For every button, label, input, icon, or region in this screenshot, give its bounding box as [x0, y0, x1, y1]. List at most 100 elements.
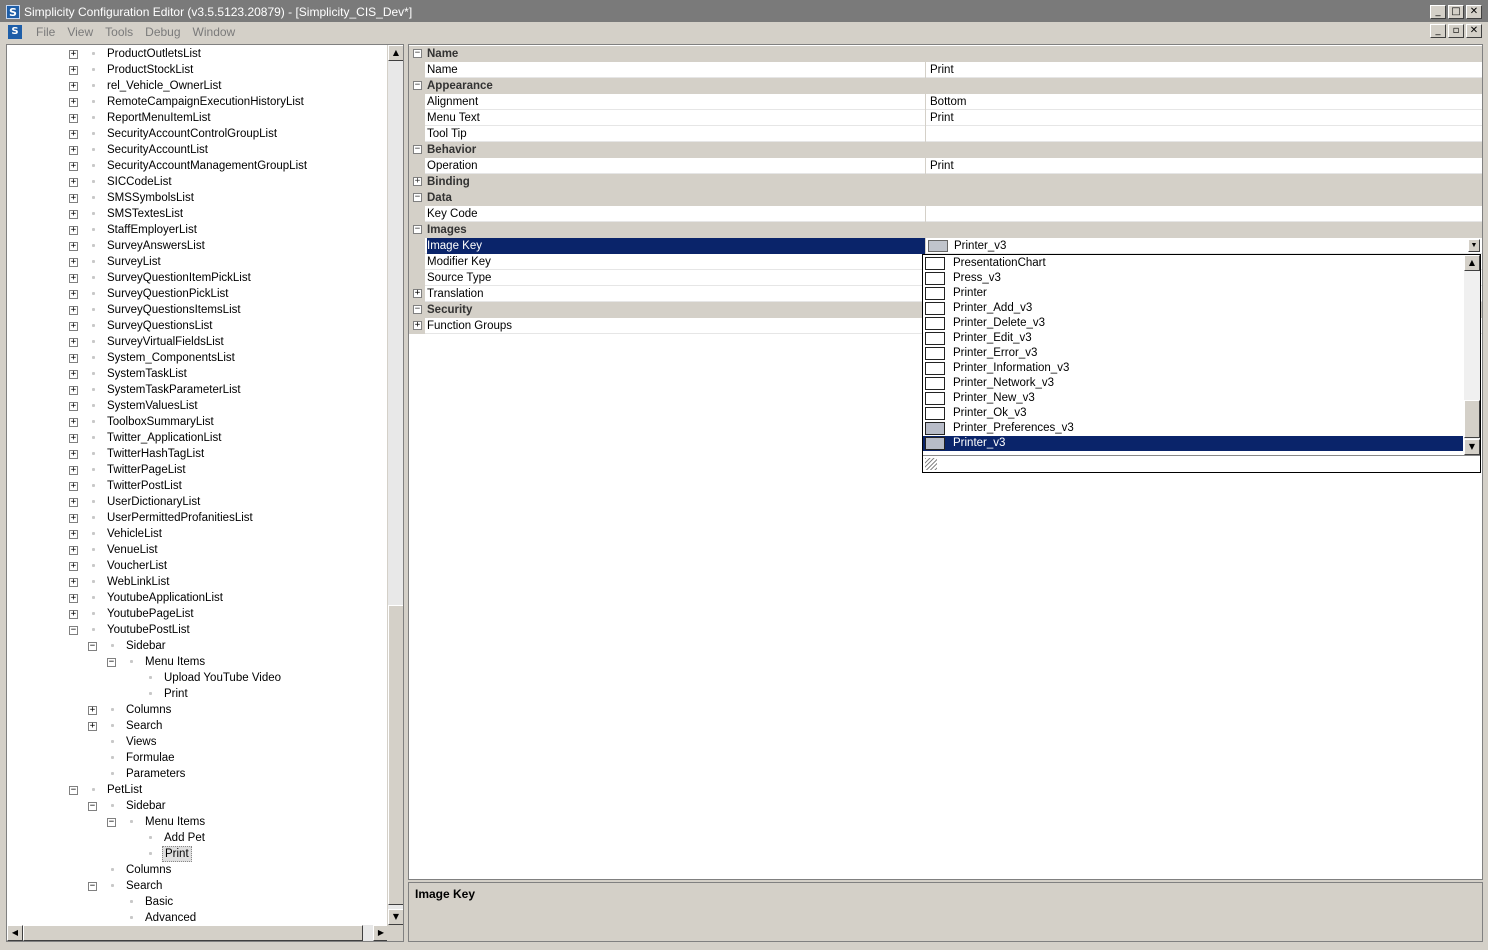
tree-node[interactable]: + WebLinkList — [7, 574, 389, 590]
expand-icon[interactable]: + — [69, 274, 78, 283]
tree-node[interactable]: + TwitterHashTagList — [7, 446, 389, 462]
expand-icon[interactable]: + — [69, 306, 78, 315]
expand-icon[interactable]: + — [69, 66, 78, 75]
expand-icon[interactable]: + — [69, 290, 78, 299]
tree-node[interactable]: + SurveyQuestionsItemsList — [7, 302, 389, 318]
image-key-combobox[interactable]: Printer_v3 ▼ — [925, 238, 1482, 254]
tree-node[interactable]: + Search — [7, 718, 389, 734]
tree-node[interactable]: + System_ComponentsList — [7, 350, 389, 366]
expand-icon[interactable]: + — [69, 594, 78, 603]
tree-node[interactable]: Advanced — [7, 910, 389, 926]
tree-node[interactable]: + SecurityAccountManagementGroupList — [7, 158, 389, 174]
maximize-button[interactable]: □ — [1448, 5, 1464, 19]
menu-view[interactable]: View — [61, 25, 99, 39]
scroll-left-icon[interactable]: ◀ — [7, 925, 23, 941]
tree-node[interactable]: + UserPermittedProfanitiesList — [7, 510, 389, 526]
dropdown-item[interactable]: Printer_Delete_v3 — [923, 316, 1463, 331]
expand-icon[interactable]: + — [69, 338, 78, 347]
mdi-close-button[interactable]: ✕ — [1466, 24, 1482, 38]
property-value[interactable] — [925, 206, 1482, 222]
tree-node[interactable]: Add Pet — [7, 830, 389, 846]
collapse-icon[interactable]: − — [69, 626, 78, 635]
tree-node[interactable]: + Twitter_ApplicationList — [7, 430, 389, 446]
expand-icon[interactable]: + — [69, 178, 78, 187]
tree-node[interactable]: + SurveyVirtualFieldsList — [7, 334, 389, 350]
collapse-icon[interactable]: − — [413, 225, 422, 234]
chevron-down-icon[interactable]: ▼ — [1468, 239, 1480, 252]
tree-node[interactable]: + SystemTaskParameterList — [7, 382, 389, 398]
expand-icon[interactable]: + — [69, 450, 78, 459]
expand-icon[interactable]: + — [69, 530, 78, 539]
property-tool-tip[interactable]: Tool Tip — [409, 126, 1482, 142]
dropdown-item[interactable]: Printer_Error_v3 — [923, 346, 1463, 361]
collapse-icon[interactable]: − — [413, 49, 422, 58]
tree-node[interactable]: + TwitterPostList — [7, 478, 389, 494]
tree-node[interactable]: + ProductOutletsList — [7, 46, 389, 62]
expand-icon[interactable]: + — [69, 482, 78, 491]
menu-tools[interactable]: Tools — [99, 25, 139, 39]
collapse-icon[interactable]: − — [107, 658, 116, 667]
tree-node[interactable]: + SMSTextesList — [7, 206, 389, 222]
expand-icon[interactable]: + — [69, 146, 78, 155]
expand-icon[interactable]: + — [69, 498, 78, 507]
expand-icon[interactable]: + — [69, 82, 78, 91]
expand-icon[interactable]: + — [69, 578, 78, 587]
expand-icon[interactable]: + — [69, 130, 78, 139]
tree-node[interactable]: + VenueList — [7, 542, 389, 558]
category-name[interactable]: − Name — [409, 46, 1482, 62]
collapse-icon[interactable]: − — [88, 882, 97, 891]
tree-node[interactable]: Print — [7, 846, 389, 862]
property-value[interactable]: Print — [925, 62, 1482, 78]
scroll-up-icon[interactable]: ▲ — [388, 45, 403, 61]
property-image-key[interactable]: Image Key Printer_v3 ▼ — [409, 238, 1482, 254]
expand-icon[interactable]: + — [69, 386, 78, 395]
dropdown-item[interactable]: Press_v3 — [923, 271, 1463, 286]
expand-icon[interactable]: + — [69, 242, 78, 251]
tree-node[interactable]: + SecurityAccountList — [7, 142, 389, 158]
tree-node[interactable]: + VoucherList — [7, 558, 389, 574]
property-key-code[interactable]: Key Code — [409, 206, 1482, 222]
tree-node[interactable]: + SurveyQuestionPickList — [7, 286, 389, 302]
collapse-icon[interactable]: − — [107, 818, 116, 827]
dropdown-item[interactable]: Printer_Add_v3 — [923, 301, 1463, 316]
tree-node[interactable]: Parameters — [7, 766, 389, 782]
mdi-restore-button[interactable]: ▫ — [1448, 24, 1464, 38]
expand-icon[interactable]: + — [69, 194, 78, 203]
tree-node[interactable]: + StaffEmployerList — [7, 222, 389, 238]
expand-icon[interactable]: + — [413, 321, 422, 330]
property-alignment[interactable]: Alignment Bottom — [409, 94, 1482, 110]
expand-icon[interactable]: + — [69, 162, 78, 171]
property-value[interactable]: Print — [925, 110, 1482, 126]
tree-node[interactable]: − Search — [7, 878, 389, 894]
tree-node[interactable]: − PetList — [7, 782, 389, 798]
tree-node[interactable]: Basic — [7, 894, 389, 910]
property-name[interactable]: Name Print — [409, 62, 1482, 78]
category-data[interactable]: − Data — [409, 190, 1482, 206]
expand-icon[interactable]: + — [69, 210, 78, 219]
tree-node[interactable]: + SystemTaskList — [7, 366, 389, 382]
dropdown-scroll-down-icon[interactable]: ▼ — [1464, 439, 1480, 455]
collapse-icon[interactable]: − — [413, 305, 422, 314]
expand-icon[interactable]: + — [413, 177, 422, 186]
minimize-button[interactable]: _ — [1430, 5, 1446, 19]
tree-node[interactable]: − Sidebar — [7, 638, 389, 654]
tree-node[interactable]: − Sidebar — [7, 798, 389, 814]
tree-node[interactable]: + TwitterPageList — [7, 462, 389, 478]
tree-node[interactable]: Print — [7, 686, 389, 702]
category-behavior[interactable]: − Behavior — [409, 142, 1482, 158]
dropdown-scroll-thumb[interactable] — [1464, 400, 1480, 438]
expand-icon[interactable]: + — [69, 562, 78, 571]
tree-node[interactable]: Upload YouTube Video — [7, 670, 389, 686]
tree-node[interactable]: + Columns — [7, 702, 389, 718]
tree-node[interactable]: + rel_Vehicle_OwnerList — [7, 78, 389, 94]
tree-node[interactable]: + SurveyQuestionItemPickList — [7, 270, 389, 286]
expand-icon[interactable]: + — [69, 50, 78, 59]
dropdown-item[interactable]: Printer — [923, 286, 1463, 301]
expand-icon[interactable]: + — [69, 434, 78, 443]
tree-node[interactable]: + SurveyAnswersList — [7, 238, 389, 254]
expand-icon[interactable]: + — [69, 610, 78, 619]
expand-icon[interactable]: + — [69, 418, 78, 427]
category-images[interactable]: − Images — [409, 222, 1482, 238]
dropdown-item[interactable]: Printer_Information_v3 — [923, 361, 1463, 376]
expand-icon[interactable]: + — [69, 98, 78, 107]
